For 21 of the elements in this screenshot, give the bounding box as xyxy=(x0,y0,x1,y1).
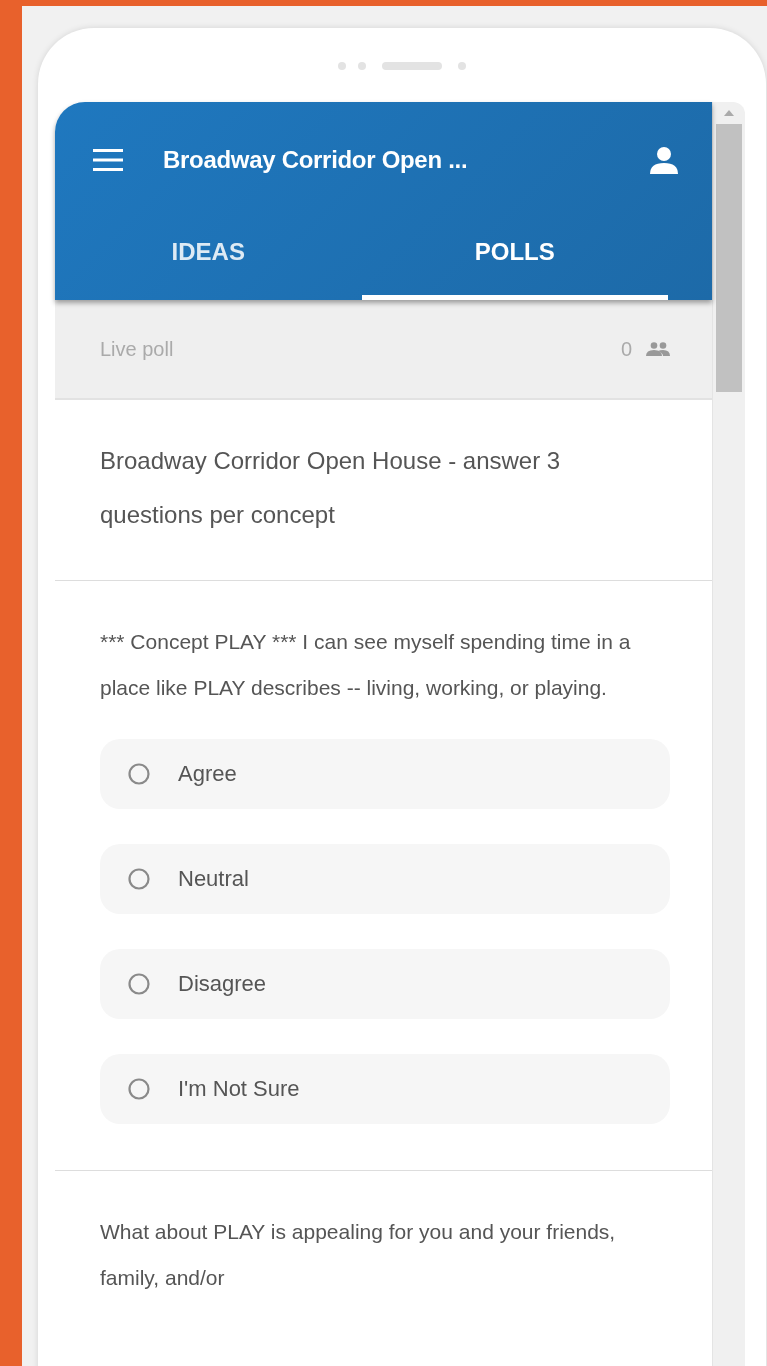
tab[interactable]: IDEAS xyxy=(55,217,362,300)
scrollbar-thumb[interactable] xyxy=(716,124,742,392)
poll-status-label: Live poll xyxy=(100,337,175,361)
scrollbar[interactable] xyxy=(712,102,745,1366)
account-icon[interactable] xyxy=(650,145,678,174)
radio-button[interactable] xyxy=(128,868,150,890)
answer-option[interactable]: Agree xyxy=(100,739,670,809)
radio-button[interactable] xyxy=(128,1078,150,1100)
phone-speaker-icon xyxy=(337,60,467,71)
question-text: What about PLAY is appealing for you and your friends, family, and/or xyxy=(100,1219,617,1291)
scroll-up-icon[interactable] xyxy=(724,110,734,116)
radio-button[interactable] xyxy=(128,973,150,995)
participant-count: 0 xyxy=(620,337,632,361)
people-icon xyxy=(646,342,670,356)
radio-button[interactable] xyxy=(128,763,150,785)
question-text: *** Concept PLAY *** I can see myself spending time in a place like PLAY describes -- living, working, or playing. xyxy=(100,629,632,701)
answer-option[interactable]: I'm Not Sure xyxy=(100,1054,670,1124)
answer-option[interactable]: Disagree xyxy=(100,949,670,1019)
menu-icon[interactable] xyxy=(93,148,123,171)
answer-option[interactable]: Neutral xyxy=(100,844,670,914)
app-title: Broadway Corridor Open ... xyxy=(163,145,469,174)
